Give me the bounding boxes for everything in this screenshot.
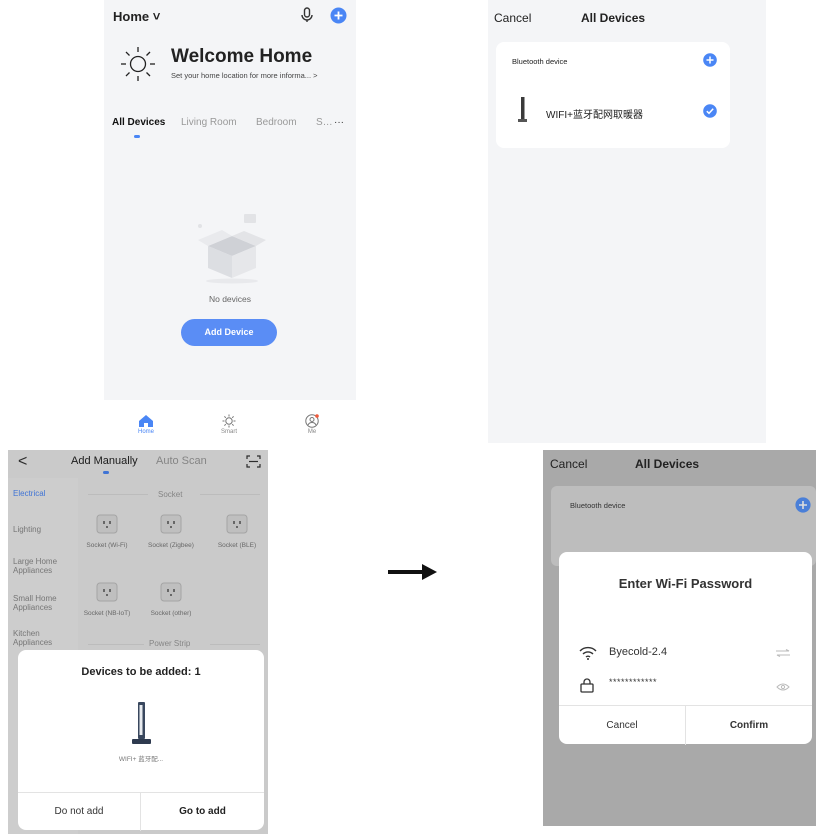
section-label: Bluetooth device [570, 501, 626, 510]
profile-icon [305, 414, 319, 428]
sun-weather-icon [118, 44, 158, 84]
home-icon [139, 415, 153, 427]
wifi-password-field[interactable]: ************ [609, 677, 657, 687]
no-devices-text: No devices [208, 294, 252, 304]
bluetooth-device-card: Bluetooth device WIFI+蓝牙配网取暖器 [496, 42, 730, 148]
add-manually-screen: < Add Manually Auto Scan Electrical Ligh… [8, 450, 268, 834]
device-name[interactable]: WIFI+蓝牙配网取暖器 [546, 106, 643, 121]
empty-box-illustration [192, 212, 272, 284]
wifi-icon [579, 646, 597, 660]
bottom-nav: Home Smart Me [104, 400, 356, 440]
home-screen: Home ˅ Welcome Home Set your home locati… [104, 0, 356, 440]
heater-device-icon [518, 97, 528, 123]
cancel-link[interactable]: Cancel [494, 11, 531, 25]
dialog-title: Enter Wi-Fi Password [618, 576, 753, 591]
room-tabs: All Devices Living Room Bedroom S… ··· [112, 117, 352, 137]
page-title: All Devices [635, 457, 700, 471]
add-device-button[interactable]: Add Device [181, 319, 277, 346]
tab-bedroom[interactable]: Bedroom [256, 117, 297, 128]
cancel-link[interactable]: Cancel [550, 457, 587, 471]
wifi-password-screen: Cancel All Devices Bluetooth device Ente… [543, 450, 816, 826]
nav-me[interactable]: Me [287, 414, 337, 435]
page-title: All Devices [581, 11, 646, 25]
lock-icon [579, 677, 595, 693]
wifi-password-dialog: Enter Wi-Fi Password Byecold-2.4 *******… [559, 552, 812, 745]
heater-device-icon [129, 702, 153, 746]
microphone-icon[interactable] [300, 7, 314, 23]
add-plus-icon[interactable] [330, 7, 347, 24]
tabs-more-menu[interactable]: ··· [334, 117, 344, 128]
section-label: Bluetooth device [512, 57, 568, 66]
eye-toggle-icon[interactable] [776, 683, 790, 691]
home-top-bar: Home ˅ [104, 0, 356, 32]
dialog-title: Devices to be added: 1 [81, 666, 201, 678]
tab-living-room[interactable]: Living Room [181, 117, 237, 128]
smart-sun-icon [222, 414, 236, 428]
confirm-button[interactable]: Confirm [686, 706, 812, 745]
devices-to-add-dialog: Devices to be added: 1 WIFI+ 蓝牙配... Do n… [18, 650, 264, 831]
swap-network-icon[interactable] [775, 649, 791, 657]
cancel-button[interactable]: Cancel [559, 706, 686, 745]
wifi-ssid-field[interactable]: Byecold-2.4 [609, 646, 667, 658]
home-selector[interactable]: Home ˅ [113, 9, 160, 24]
add-plus-icon[interactable] [703, 53, 717, 67]
nav-me-label: Me [307, 429, 317, 435]
go-to-add-button[interactable]: Go to add [141, 793, 264, 831]
location-hint-link[interactable]: Set your home location for more informa.… [171, 71, 318, 80]
right-arrow-icon [388, 563, 438, 581]
all-devices-screen: Cancel All Devices Bluetooth device WIFI… [488, 0, 766, 443]
device-name: WIFI+ 蓝牙配... [118, 756, 164, 763]
tab-all-devices[interactable]: All Devices [112, 117, 165, 128]
tab-more-room[interactable]: S… [316, 117, 333, 128]
welcome-heading: Welcome Home [171, 46, 313, 67]
dialog-buttons: Cancel Confirm [559, 705, 812, 745]
active-tab-indicator [134, 135, 140, 138]
do-not-add-button[interactable]: Do not add [18, 793, 141, 831]
nav-smart-label: Smart [220, 429, 237, 435]
nav-home[interactable]: Home [121, 414, 171, 435]
nav-home-label: Home [137, 429, 154, 435]
check-icon[interactable] [703, 104, 717, 118]
dialog-buttons: Do not add Go to add [18, 792, 264, 831]
nav-smart[interactable]: Smart [204, 414, 254, 435]
add-plus-icon[interactable] [795, 497, 811, 513]
